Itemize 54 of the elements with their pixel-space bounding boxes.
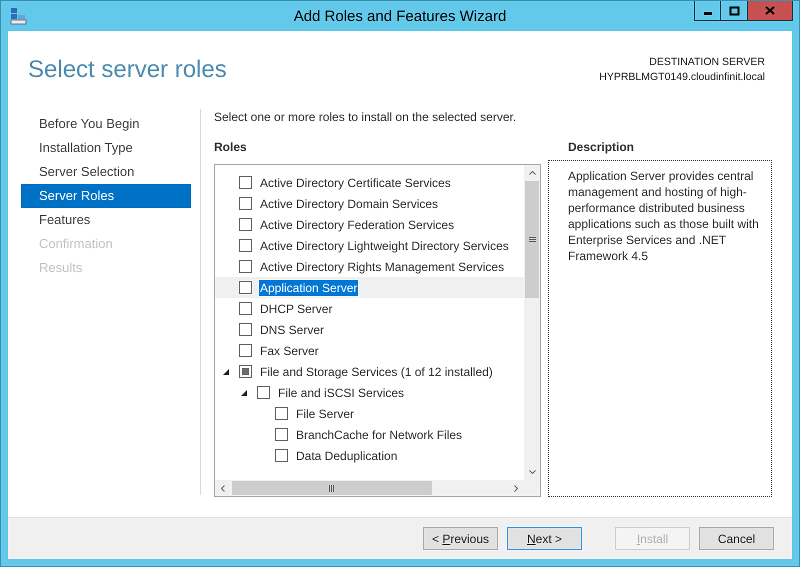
- expander-icon[interactable]: [223, 369, 229, 375]
- expander-icon[interactable]: [241, 390, 247, 396]
- checkbox[interactable]: [239, 197, 252, 210]
- role-label[interactable]: Active Directory Domain Services: [259, 196, 440, 212]
- role-label[interactable]: DNS Server: [259, 322, 326, 338]
- role-label[interactable]: DHCP Server: [259, 300, 334, 316]
- role-label[interactable]: Fax Server: [259, 342, 320, 358]
- checkbox[interactable]: [275, 428, 288, 441]
- description-text: Application Server provides central management and hosting of high-performance distributed business applications such as those built with Enterprise Services and .NET Framework 4.5: [568, 168, 760, 264]
- close-icon: [765, 6, 775, 15]
- wizard-step[interactable]: Server Roles: [21, 184, 191, 208]
- checkbox[interactable]: [239, 260, 252, 273]
- role-label[interactable]: Active Directory Rights Management Services: [259, 258, 506, 274]
- role-label[interactable]: Data Deduplication: [295, 448, 398, 464]
- maximize-icon: [728, 6, 740, 16]
- checkbox[interactable]: [275, 407, 288, 420]
- wizard-step[interactable]: Installation Type: [21, 136, 191, 160]
- role-label[interactable]: Active Directory Certificate Services: [259, 174, 452, 190]
- roles-heading: Roles: [214, 140, 247, 154]
- instruction-text: Select one or more roles to install on the selected server.: [214, 110, 516, 124]
- checkbox[interactable]: [239, 344, 252, 357]
- server-name: HYPRBLMGT0149.cloudinfinit.local: [599, 70, 765, 85]
- wizard-button[interactable]: Cancel: [699, 527, 774, 550]
- checkbox[interactable]: [257, 386, 270, 399]
- role-label[interactable]: Application Server: [259, 280, 358, 296]
- minimize-button[interactable]: [694, 1, 721, 21]
- close-button[interactable]: [748, 1, 793, 21]
- wizard-button[interactable]: < Previous: [423, 527, 498, 550]
- checkbox[interactable]: [239, 176, 252, 189]
- page-title: Select server roles: [28, 55, 227, 85]
- wizard-step[interactable]: Features: [21, 208, 191, 232]
- checkbox[interactable]: [239, 239, 252, 252]
- role-label[interactable]: BranchCache for Network Files: [295, 426, 464, 442]
- server-icon: [9, 7, 27, 25]
- checkbox[interactable]: [239, 302, 252, 315]
- role-label[interactable]: File and Storage Services (1 of 12 installed): [259, 364, 494, 380]
- minimize-icon: [704, 12, 712, 15]
- wizard-step[interactable]: Server Selection: [21, 160, 191, 184]
- checkbox[interactable]: [239, 218, 252, 231]
- scrollbar-thumb[interactable]: [525, 181, 539, 298]
- destination-label: DESTINATION SERVER: [649, 55, 765, 70]
- role-label[interactable]: Active Directory Lightweight Directory Services: [259, 238, 510, 254]
- checkbox[interactable]: [239, 323, 252, 336]
- checkbox[interactable]: [239, 365, 252, 378]
- checkbox[interactable]: [275, 449, 288, 462]
- role-label[interactable]: File Server: [295, 406, 356, 422]
- role-label[interactable]: File and iSCSI Services: [277, 384, 406, 400]
- checkbox[interactable]: [239, 281, 252, 294]
- description-heading: Description: [568, 140, 634, 154]
- role-label[interactable]: Active Directory Federation Services: [259, 216, 456, 232]
- wizard-button[interactable]: Next >: [507, 527, 582, 550]
- scrollbar-thumb[interactable]: [232, 481, 432, 495]
- window-title: Add Roles and Features Wizard: [294, 8, 506, 25]
- wizard-step[interactable]: Before You Begin: [21, 112, 191, 136]
